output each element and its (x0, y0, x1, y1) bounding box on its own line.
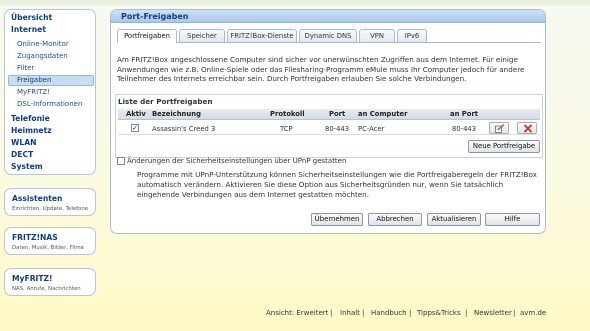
nav-sub-dsl-informationen[interactable]: DSL-Informationen (17, 100, 82, 108)
tab-portfreigaben[interactable]: Portfreigaben (117, 29, 177, 43)
footer-separator: | (465, 309, 468, 317)
assistenten-subtitle: Einrichten, Update, Telefone (12, 206, 89, 212)
row-active-checkbox[interactable]: ✓ (131, 124, 139, 132)
edit-button[interactable] (489, 122, 509, 134)
nav-item-telefonie[interactable]: Telefonie (11, 114, 50, 123)
intro-text: Am FRITZ!Box angeschlossene Computer sin… (117, 55, 525, 84)
footer-separator: | (330, 309, 333, 317)
col-protokoll: Protokoll (270, 110, 305, 118)
col-aktiv: Aktiv (126, 110, 146, 118)
myfritz-title: MyFRITZ! (12, 274, 53, 283)
upnp-label: Änderungen der Sicherheitseinstellungen … (127, 157, 347, 165)
fritznas-title: FRITZ!NAS (12, 233, 58, 242)
nav-sub-freigaben[interactable]: Freigaben (17, 76, 51, 84)
row-an-port: 80-443 (452, 125, 477, 133)
panel-header: Port-Freigaben (111, 10, 545, 23)
delete-button[interactable] (517, 122, 537, 134)
footer-handbuch-link[interactable]: Handbuch (371, 309, 407, 317)
col-an-port: an Port (450, 110, 479, 118)
top-strip (0, 0, 590, 5)
tabs-baseline (117, 42, 541, 43)
nav-sub-filter[interactable]: Filter (17, 64, 34, 72)
upnp-description: Programme mit UPnP-Unterstützung können … (137, 170, 537, 199)
uebernehmen-button[interactable]: Übernehmen (311, 213, 363, 226)
aktualisieren-button[interactable]: Aktualisieren (427, 213, 481, 226)
row-computer: PC-Acer (358, 125, 385, 133)
footer-avm-link[interactable]: avm.de (520, 309, 546, 317)
nav-item-system[interactable]: System (11, 162, 43, 171)
col-port: Port (329, 110, 346, 118)
port-list-section: Liste der Portfreigaben Aktiv Bezeichnun… (115, 94, 543, 158)
new-portfreigabe-button[interactable]: Neue Portfreigabe (468, 140, 540, 153)
footer-separator: | (409, 309, 412, 317)
nav-item-dect[interactable]: DECT (11, 150, 33, 159)
upnp-checkbox[interactable] (117, 157, 125, 165)
col-bezeichnung: Bezeichnung (152, 110, 201, 118)
main-navigation: Übersicht Internet Online-Monitor Zugang… (4, 9, 96, 175)
port-list-title: Liste der Portfreigaben (118, 97, 213, 106)
assistenten-title: Assistenten (12, 194, 63, 203)
tab-vpn[interactable]: VPN (359, 29, 395, 42)
fritznas-subtitle: Daten, Musik, Bilder, Filme (12, 245, 84, 251)
top-links-fragment (330, 0, 460, 2)
tab-dynamic-dns[interactable]: Dynamic DNS (299, 29, 357, 42)
fritznas-box[interactable]: FRITZ!NAS Daten, Musik, Bilder, Filme (4, 227, 96, 255)
myfritz-subtitle: NAS, Anrufe, Nachrichten (12, 286, 81, 292)
port-table-header: Aktiv Bezeichnung Protokoll Port an Comp… (118, 109, 540, 120)
myfritz-box[interactable]: MyFRITZ! NAS, Anrufe, Nachrichten (4, 268, 96, 296)
col-an-computer: an Computer (358, 110, 408, 118)
tab-ipv6[interactable]: IPv6 (397, 29, 427, 42)
tab-speicher[interactable]: Speicher (179, 29, 225, 42)
nav-item-uebersicht[interactable]: Übersicht (11, 13, 52, 22)
edit-icon (495, 124, 505, 133)
hilfe-button[interactable]: Hilfe (485, 213, 540, 226)
nav-item-heimnetz[interactable]: Heimnetz (11, 126, 52, 135)
panel-title: Port-Freigaben (121, 12, 189, 21)
footer-ansicht-link[interactable]: Ansicht: Erweitert (266, 309, 328, 317)
abbrechen-button[interactable]: Abbrechen (368, 213, 422, 226)
row-bezeichnung: Assassin's Creed 3 (152, 125, 216, 133)
nav-sub-zugangsdaten[interactable]: Zugangsdaten (17, 52, 68, 60)
assistenten-box[interactable]: Assistenten Einrichten, Update, Telefone (4, 188, 96, 216)
port-freigaben-panel: Port-Freigaben Portfreigaben Speicher FR… (110, 9, 546, 234)
nav-sub-myfritz[interactable]: MyFRITZ! (17, 88, 50, 96)
nav-item-wlan[interactable]: WLAN (11, 138, 36, 147)
nav-item-internet[interactable]: Internet (11, 25, 46, 34)
footer-separator: | (513, 309, 516, 317)
delete-icon (523, 124, 533, 133)
row-port: 80-443 (325, 125, 350, 133)
footer-tipps-link[interactable]: Tipps&Tricks (417, 309, 461, 317)
tab-fritzbox-dienste[interactable]: FRITZ!Box-Dienste (227, 29, 297, 42)
table-row: ✓ Assassin's Creed 3 TCP 80-443 PC-Acer … (118, 121, 540, 135)
row-protokoll: TCP (280, 125, 293, 133)
footer-inhalt-link[interactable]: Inhalt (340, 309, 360, 317)
footer-separator: | (362, 309, 365, 317)
footer-newsletter-link[interactable]: Newsletter (474, 309, 512, 317)
nav-sub-online-monitor[interactable]: Online-Monitor (17, 40, 69, 48)
